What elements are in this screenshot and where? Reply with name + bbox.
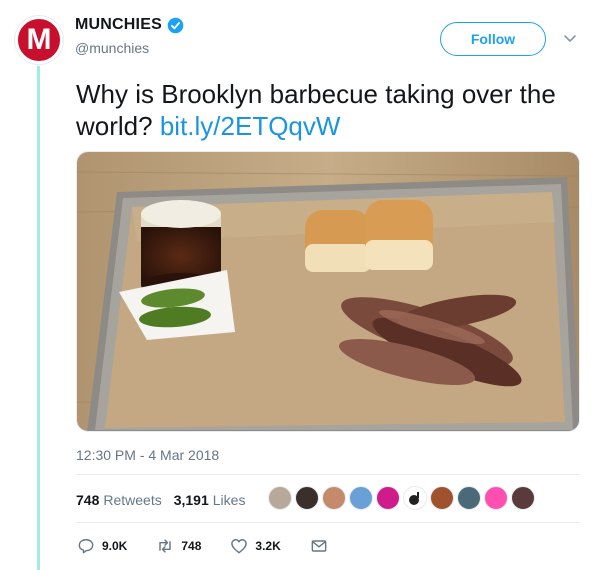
- tweet-link[interactable]: bit.ly/2ETQqvW: [160, 111, 341, 141]
- reply-count: 9.0K: [102, 539, 128, 553]
- retweets-count: 748: [76, 492, 100, 508]
- display-name[interactable]: MUNCHIES: [75, 16, 162, 34]
- thread-line: [37, 66, 40, 570]
- reply-button[interactable]: 9.0K: [76, 536, 127, 556]
- heart-icon: [231, 539, 248, 554]
- retweets-label: Retweets: [103, 492, 162, 508]
- tweet-text: Why is Brooklyn barbecue taking over the…: [76, 78, 576, 142]
- divider: [76, 522, 580, 523]
- retweet-icon: [159, 539, 172, 553]
- likes-count: 3,191: [173, 492, 209, 508]
- retweets-stat[interactable]: 748 Retweets: [76, 492, 162, 508]
- reply-icon: [78, 539, 94, 554]
- like-count: 3.2K: [255, 539, 281, 553]
- like-button[interactable]: 3.2K: [229, 536, 281, 556]
- liker-avatar[interactable]: [322, 486, 346, 510]
- chevron-down-icon[interactable]: [562, 30, 578, 46]
- account-name-row[interactable]: MUNCHIES: [75, 16, 184, 34]
- engagement-stats: 748 Retweets 3,191 Likes: [76, 492, 257, 508]
- tweet-timestamp[interactable]: 12:30 PM - 4 Mar 2018: [76, 447, 219, 463]
- likes-stat[interactable]: 3,191 Likes: [174, 492, 246, 508]
- likes-label: Likes: [212, 492, 246, 508]
- retweet-count: 748: [181, 539, 202, 553]
- liker-avatar[interactable]: [511, 486, 535, 510]
- tweet-photo[interactable]: [76, 151, 580, 432]
- liker-avatar[interactable]: [295, 486, 319, 510]
- liker-avatar[interactable]: [268, 486, 292, 510]
- liker-avatar[interactable]: [349, 486, 373, 510]
- follow-button[interactable]: Follow: [440, 22, 546, 56]
- liker-avatar[interactable]: [430, 486, 454, 510]
- verified-badge-icon: [167, 17, 184, 33]
- retweet-button[interactable]: 748: [155, 536, 201, 556]
- liker-avatar[interactable]: [457, 486, 481, 510]
- account-handle[interactable]: @munchies: [75, 40, 149, 56]
- direct-message-button[interactable]: [309, 536, 329, 556]
- liker-avatar[interactable]: [403, 486, 427, 510]
- liker-avatar[interactable]: [484, 486, 508, 510]
- tweet-actions: 9.0K 748 3.2K: [76, 536, 357, 556]
- avatar-logo-letter: M: [26, 23, 52, 56]
- avatar[interactable]: M: [15, 16, 63, 64]
- liker-avatar[interactable]: [376, 486, 400, 510]
- frying-pan-icon: [409, 492, 419, 505]
- liked-by-avatars: [268, 486, 535, 510]
- divider: [76, 474, 580, 475]
- envelope-icon: [311, 540, 327, 552]
- bbq-tray-photo: [77, 152, 579, 431]
